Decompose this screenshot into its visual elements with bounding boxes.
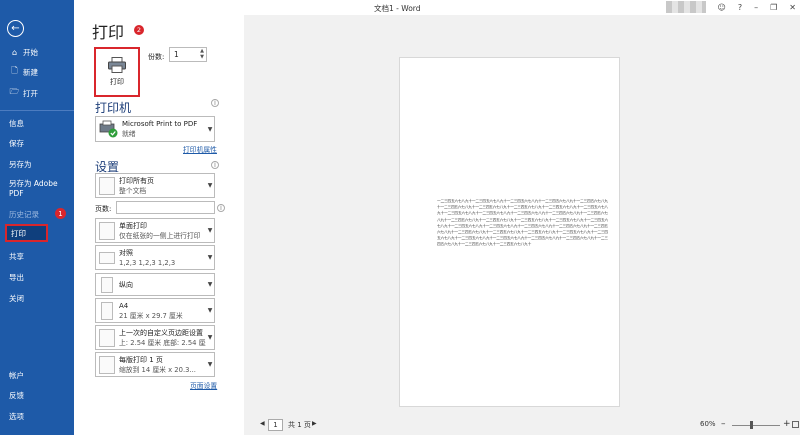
pages-per-sheet-icon <box>99 355 115 374</box>
zoom-level[interactable]: 60% <box>700 420 716 428</box>
home-icon: ⌂ <box>11 47 18 57</box>
history-badge: 1 <box>55 208 66 219</box>
previous-page-icon[interactable]: ◀ <box>260 420 265 427</box>
window-title: 文档1 - Word <box>374 4 421 13</box>
printer-heading: 打印机 <box>95 101 132 115</box>
collate-dropdown[interactable]: 对照 1,2,3 1,2,3 1,2,3 ▼ <box>95 245 215 270</box>
pages-input[interactable] <box>116 201 215 214</box>
account-avatar[interactable] <box>665 1 706 13</box>
chevron-down-icon: ▼ <box>207 125 213 133</box>
sidebar-item-close[interactable]: 关闭 <box>0 289 74 307</box>
help-icon[interactable]: ? <box>738 3 742 12</box>
sidebar-item-options[interactable]: 选项 <box>0 407 74 425</box>
printer-ready-icon <box>99 120 118 138</box>
page-setup-link[interactable]: 页面设置 <box>190 380 217 390</box>
preview-status-bar: ◀ 1 共 1 页 ▶ 60% – + <box>244 417 800 435</box>
collate-icon <box>99 251 115 264</box>
sidebar-item-share[interactable]: 共享 <box>0 247 74 265</box>
zoom-in-icon[interactable]: + <box>783 419 791 429</box>
print-settings-panel: 打印 2 打印 份数: 1 ▲ ▼ 打印机 i Microsoft Print t… <box>74 15 245 435</box>
preview-page-text: 一二三四五六七八九十一二三四五六七八九十一二三四五六七八九十一二三四五六七八九十… <box>437 199 608 247</box>
single-sided-icon <box>99 221 115 240</box>
current-page-input[interactable]: 1 <box>268 419 283 431</box>
sidebar-item-save-as-pdf[interactable]: 另存为 Adobe PDF <box>0 177 66 203</box>
print-preview-area: 一二三四五六七八九十一二三四五六七八九十一二三四五六七八九十一二三四五六七八九十… <box>244 15 800 420</box>
new-doc-icon: 🗋 <box>11 66 18 75</box>
sidebar-item-save-as[interactable]: 另存为 <box>0 155 74 173</box>
restore-icon[interactable]: ❐ <box>770 3 777 12</box>
sidebar-item-export[interactable]: 导出 <box>0 268 74 286</box>
sidebar-item-home[interactable]: ⌂ 开始 <box>0 43 74 61</box>
pages-per-sheet-dropdown[interactable]: 每版打印 1 页 缩放到 14 厘米 x 20.3... ▼ <box>95 352 215 377</box>
chevron-down-icon: ▼ <box>207 182 213 189</box>
chevron-down-icon: ▼ <box>207 254 213 261</box>
print-range-dropdown[interactable]: 打印所有页 整个文档 ▼ <box>95 173 215 198</box>
sidebar-item-print[interactable]: 打印 <box>5 224 48 242</box>
zoom-out-icon[interactable]: – <box>721 419 726 429</box>
pages-label: 页数: <box>95 205 112 213</box>
sidebar-item-open[interactable]: 🗁 打开 <box>0 84 74 102</box>
chevron-down-icon: ▼ <box>207 334 213 341</box>
folder-open-icon: 🗁 <box>9 87 20 96</box>
settings-info-icon[interactable]: i <box>211 161 219 169</box>
sidebar-item-info[interactable]: 信息 <box>0 114 74 132</box>
printer-status: 就绪 <box>122 130 136 138</box>
copies-stepper[interactable]: 1 ▲ ▼ <box>169 47 207 62</box>
sidebar-item-save[interactable]: 保存 <box>0 134 74 152</box>
printer-info-icon[interactable]: i <box>211 99 219 107</box>
paper-size-dropdown[interactable]: A4 21 厘米 x 29.7 厘米 ▼ <box>95 298 215 323</box>
back-arrow-icon[interactable]: ← <box>7 20 24 37</box>
printer-name: Microsoft Print to PDF <box>122 120 198 128</box>
copies-label: 份数: <box>148 53 165 61</box>
spinner-arrows-icon[interactable]: ▲ ▼ <box>200 48 204 60</box>
sidebar-item-feedback[interactable]: 反馈 <box>0 386 74 404</box>
backstage-sidebar: ← ⌂ 开始 🗋 新建 🗁 打开 信息 保存 另存为 另存为 Adobe PDF… <box>0 0 74 435</box>
smile-icon[interactable]: ☺ <box>718 3 726 12</box>
portrait-icon <box>101 276 113 293</box>
copies-value: 1 <box>174 50 179 59</box>
chevron-down-icon: ▼ <box>207 227 213 234</box>
pages-icon <box>99 176 115 195</box>
title-badge: 2 <box>134 25 144 35</box>
next-page-icon[interactable]: ▶ <box>312 420 317 427</box>
sidebar-item-account[interactable]: 帐户 <box>0 366 74 384</box>
chevron-down-icon: ▼ <box>207 281 213 288</box>
zoom-slider-thumb[interactable] <box>749 421 753 429</box>
minimize-icon[interactable]: – <box>754 3 758 12</box>
orientation-dropdown[interactable]: 纵向 ▼ <box>95 273 215 296</box>
chevron-down-icon: ▼ <box>207 361 213 368</box>
paper-size-icon <box>101 301 113 320</box>
title-bar: 文档1 - Word ☺ ? – ❐ ✕ <box>74 0 800 15</box>
printer-icon <box>108 57 126 73</box>
printer-properties-link[interactable]: 打印机属性 <box>183 144 217 154</box>
sidebar-item-new[interactable]: 🗋 新建 <box>0 63 74 81</box>
preview-page: 一二三四五六七八九十一二三四五六七八九十一二三四五六七八九十一二三四五六七八九十… <box>399 57 620 407</box>
pages-info-icon[interactable]: i <box>217 204 225 212</box>
zoom-to-page-icon[interactable] <box>792 421 799 428</box>
zoom-slider[interactable] <box>732 425 780 426</box>
printer-dropdown[interactable]: Microsoft Print to PDF 就绪 ▼ <box>95 116 215 142</box>
total-pages: 共 1 页 <box>288 421 311 429</box>
sides-dropdown[interactable]: 单面打印 仅在纸张的一侧上进行打印 ▼ <box>95 218 215 243</box>
margins-icon <box>99 328 115 347</box>
chevron-down-icon: ▼ <box>207 307 213 314</box>
page-title: 打印 <box>92 23 125 42</box>
margins-dropdown[interactable]: 上一次的自定义页边距设置 上: 2.54 厘米 底部: 2.54 厘米 ▼ <box>95 325 215 350</box>
print-button[interactable]: 打印 <box>94 47 140 97</box>
print-button-label: 打印 <box>110 78 124 86</box>
close-icon[interactable]: ✕ <box>789 3 796 12</box>
sidebar-divider <box>0 110 74 111</box>
